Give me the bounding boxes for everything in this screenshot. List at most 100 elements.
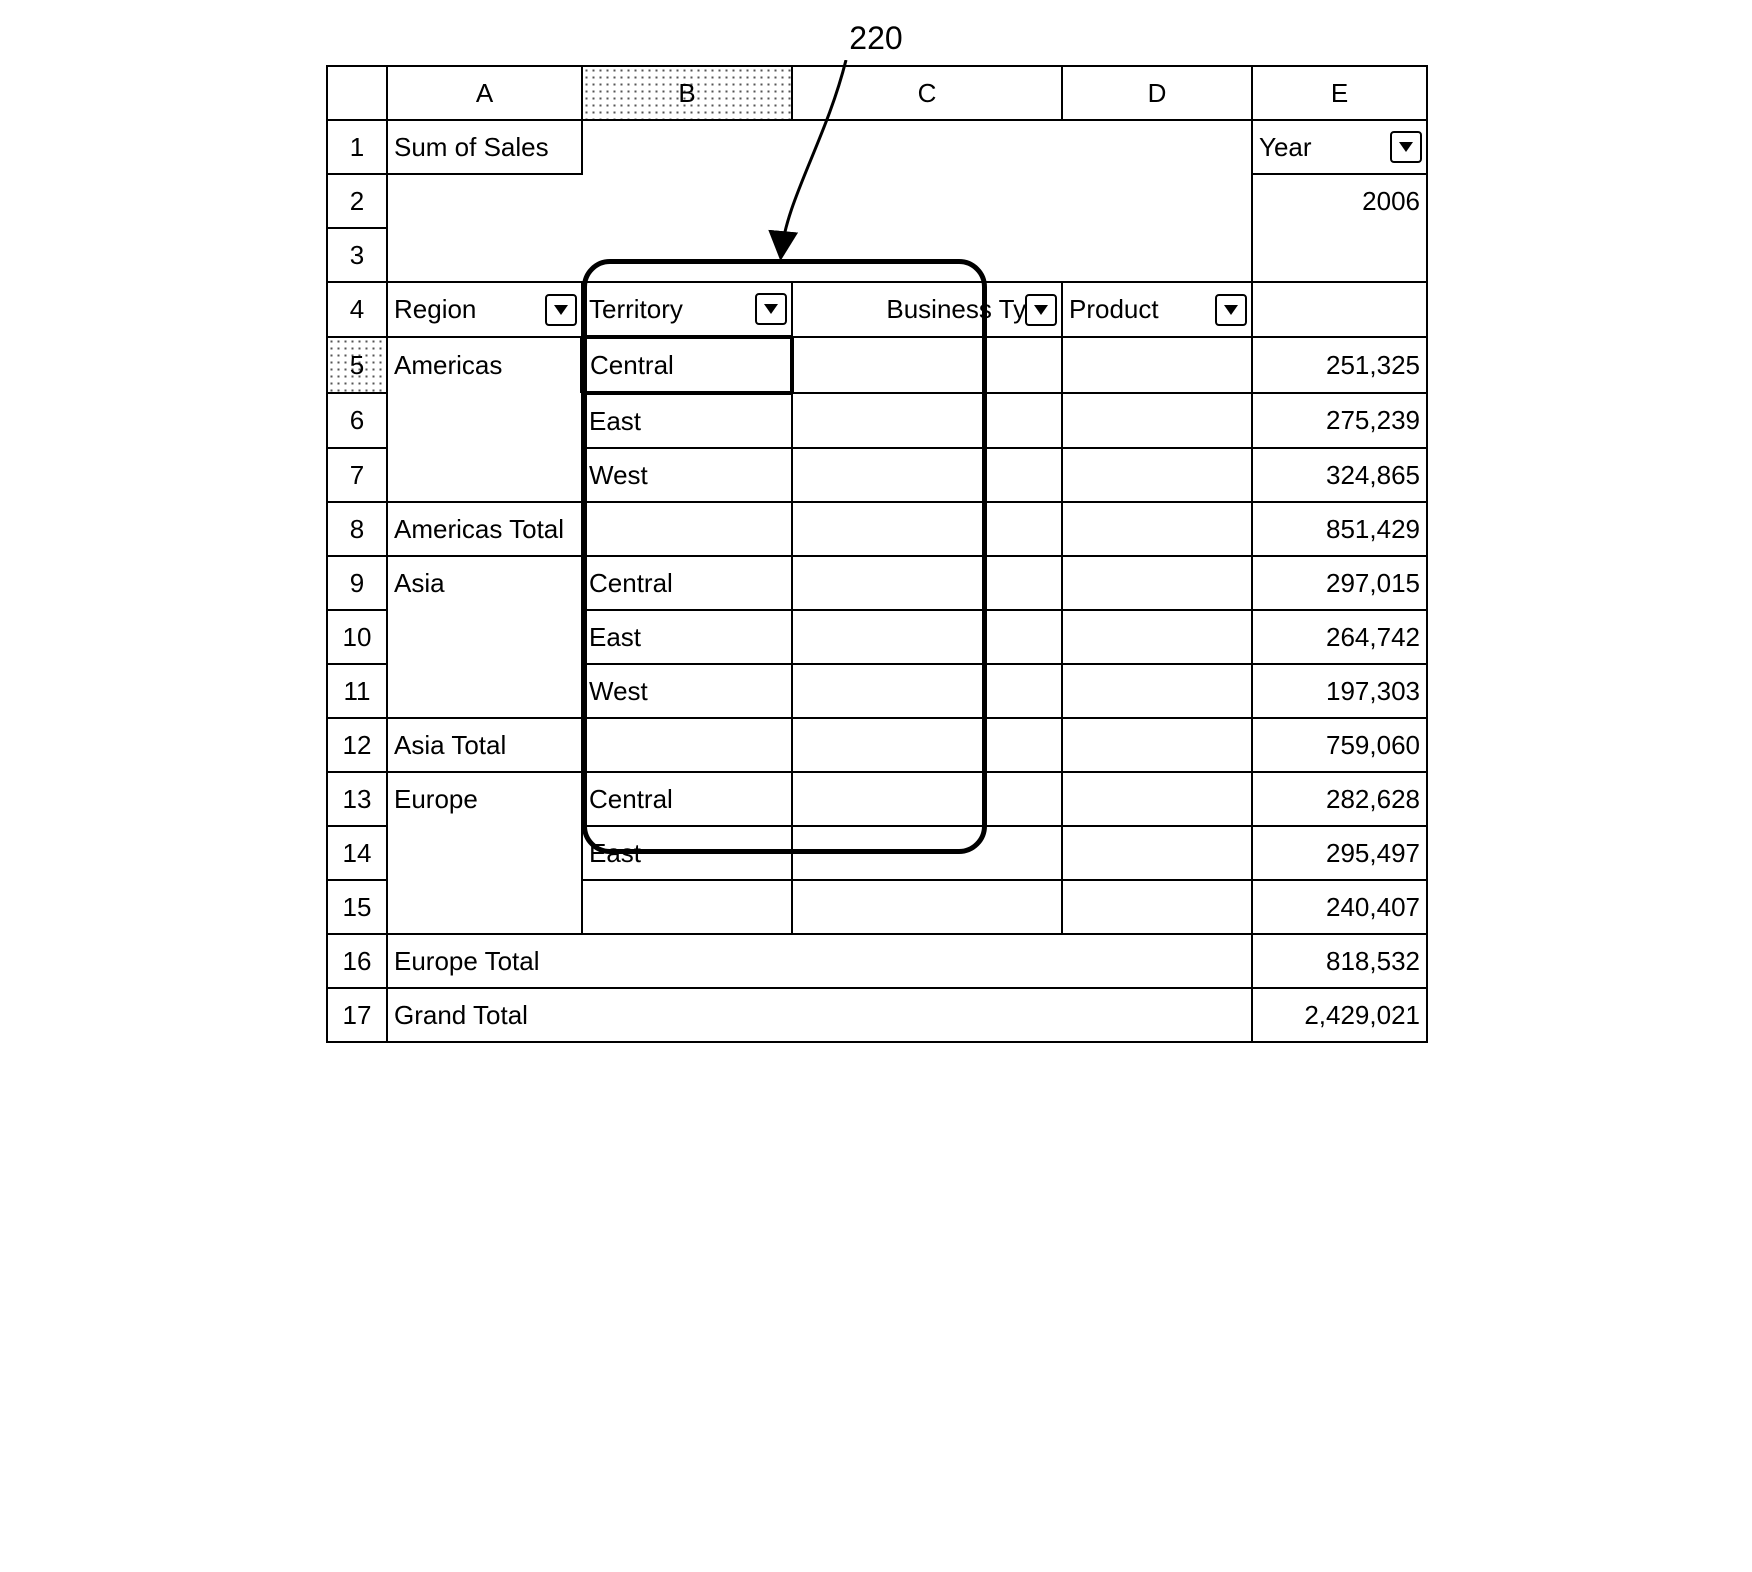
- cell-b15[interactable]: [582, 880, 792, 934]
- cell-b7[interactable]: West: [582, 448, 792, 502]
- cell-a14[interactable]: [387, 826, 582, 880]
- cell-d7[interactable]: [1062, 448, 1252, 502]
- row-11-header[interactable]: 11: [327, 664, 387, 718]
- cell-d11[interactable]: [1062, 664, 1252, 718]
- row-13-header[interactable]: 13: [327, 772, 387, 826]
- cell-c7[interactable]: [792, 448, 1062, 502]
- col-a-header[interactable]: A: [387, 66, 582, 120]
- cell-c11[interactable]: [792, 664, 1062, 718]
- cell-a15[interactable]: [387, 880, 582, 934]
- cell-a6[interactable]: [387, 393, 582, 448]
- cell-a16[interactable]: Europe Total: [387, 934, 1252, 988]
- cell-d10[interactable]: [1062, 610, 1252, 664]
- col-e-header[interactable]: E: [1252, 66, 1427, 120]
- cell-a1[interactable]: Sum of Sales: [387, 120, 582, 174]
- dropdown-icon[interactable]: [1025, 294, 1057, 326]
- row-4-header[interactable]: 4: [327, 282, 387, 337]
- cell-e10[interactable]: 264,742: [1252, 610, 1427, 664]
- col-d-header[interactable]: D: [1062, 66, 1252, 120]
- cell-b10[interactable]: East: [582, 610, 792, 664]
- cell-b12[interactable]: [582, 718, 792, 772]
- cell-c12[interactable]: [792, 718, 1062, 772]
- year-filter[interactable]: Year: [1252, 120, 1427, 174]
- dropdown-icon[interactable]: [755, 293, 787, 325]
- cell-a12[interactable]: Asia Total: [387, 718, 582, 772]
- row-7-header[interactable]: 7: [327, 448, 387, 502]
- row-15-header[interactable]: 15: [327, 880, 387, 934]
- cell-e5[interactable]: 251,325: [1252, 337, 1427, 393]
- cell-e7[interactable]: 324,865: [1252, 448, 1427, 502]
- product-field[interactable]: Product: [1062, 282, 1252, 337]
- row-2-header[interactable]: 2: [327, 174, 387, 228]
- pivot-table: A B C D E 1 Sum of Sales Year 2 200: [326, 65, 1428, 1043]
- business-type-field[interactable]: Business Type: [792, 282, 1062, 337]
- cell-e11[interactable]: 197,303: [1252, 664, 1427, 718]
- col-b-header[interactable]: B: [582, 66, 792, 120]
- col-c-header[interactable]: C: [792, 66, 1062, 120]
- row-8-header[interactable]: 8: [327, 502, 387, 556]
- row-10-header[interactable]: 10: [327, 610, 387, 664]
- cell-d12[interactable]: [1062, 718, 1252, 772]
- row-17-header[interactable]: 17: [327, 988, 387, 1042]
- territory-field[interactable]: Territory: [582, 282, 792, 337]
- cell-e15[interactable]: 240,407: [1252, 880, 1427, 934]
- cell-c5[interactable]: [792, 337, 1062, 393]
- cell-b9[interactable]: Central: [582, 556, 792, 610]
- cell-d15[interactable]: [1062, 880, 1252, 934]
- region-field-label: Region: [394, 294, 476, 324]
- cell-c8[interactable]: [792, 502, 1062, 556]
- cell-b1d1[interactable]: [582, 120, 1252, 174]
- cell-e4[interactable]: [1252, 282, 1427, 337]
- cell-e16[interactable]: 818,532: [1252, 934, 1427, 988]
- cell-a17[interactable]: Grand Total: [387, 988, 1252, 1042]
- row-5-header[interactable]: 5: [327, 337, 387, 393]
- cell-e3[interactable]: [1252, 228, 1427, 282]
- cell-b13[interactable]: Central: [582, 772, 792, 826]
- cell-b14[interactable]: East: [582, 826, 792, 880]
- cell-d8[interactable]: [1062, 502, 1252, 556]
- cell-b11[interactable]: West: [582, 664, 792, 718]
- cell-a2d2[interactable]: [387, 174, 1252, 228]
- cell-b5[interactable]: Central: [582, 337, 792, 393]
- cell-a9[interactable]: Asia: [387, 556, 582, 610]
- cell-c10[interactable]: [792, 610, 1062, 664]
- cell-a13[interactable]: Europe: [387, 772, 582, 826]
- cell-b6[interactable]: East: [582, 393, 792, 448]
- dropdown-icon[interactable]: [545, 294, 577, 326]
- cell-c9[interactable]: [792, 556, 1062, 610]
- cell-c13[interactable]: [792, 772, 1062, 826]
- cell-d14[interactable]: [1062, 826, 1252, 880]
- cell-a5[interactable]: Americas: [387, 337, 582, 393]
- cell-e17[interactable]: 2,429,021: [1252, 988, 1427, 1042]
- cell-d9[interactable]: [1062, 556, 1252, 610]
- cell-b8[interactable]: [582, 502, 792, 556]
- cell-d5[interactable]: [1062, 337, 1252, 393]
- dropdown-icon[interactable]: [1390, 131, 1422, 163]
- row-1-header[interactable]: 1: [327, 120, 387, 174]
- region-field[interactable]: Region: [387, 282, 582, 337]
- row-3-header[interactable]: 3: [327, 228, 387, 282]
- cell-c15[interactable]: [792, 880, 1062, 934]
- cell-e6[interactable]: 275,239: [1252, 393, 1427, 448]
- cell-c14[interactable]: [792, 826, 1062, 880]
- row-12-header[interactable]: 12: [327, 718, 387, 772]
- cell-e9[interactable]: 297,015: [1252, 556, 1427, 610]
- cell-e13[interactable]: 282,628: [1252, 772, 1427, 826]
- cell-d6[interactable]: [1062, 393, 1252, 448]
- cell-e12[interactable]: 759,060: [1252, 718, 1427, 772]
- cell-e14[interactable]: 295,497: [1252, 826, 1427, 880]
- cell-c6[interactable]: [792, 393, 1062, 448]
- cell-a7[interactable]: [387, 448, 582, 502]
- row-16-header[interactable]: 16: [327, 934, 387, 988]
- cell-e2[interactable]: 2006: [1252, 174, 1427, 228]
- cell-a11[interactable]: [387, 664, 582, 718]
- cell-a8[interactable]: Americas Total: [387, 502, 582, 556]
- row-9-header[interactable]: 9: [327, 556, 387, 610]
- dropdown-icon[interactable]: [1215, 294, 1247, 326]
- row-6-header[interactable]: 6: [327, 393, 387, 448]
- cell-a3d3[interactable]: [387, 228, 1252, 282]
- cell-e8[interactable]: 851,429: [1252, 502, 1427, 556]
- cell-a10[interactable]: [387, 610, 582, 664]
- cell-d13[interactable]: [1062, 772, 1252, 826]
- row-14-header[interactable]: 14: [327, 826, 387, 880]
